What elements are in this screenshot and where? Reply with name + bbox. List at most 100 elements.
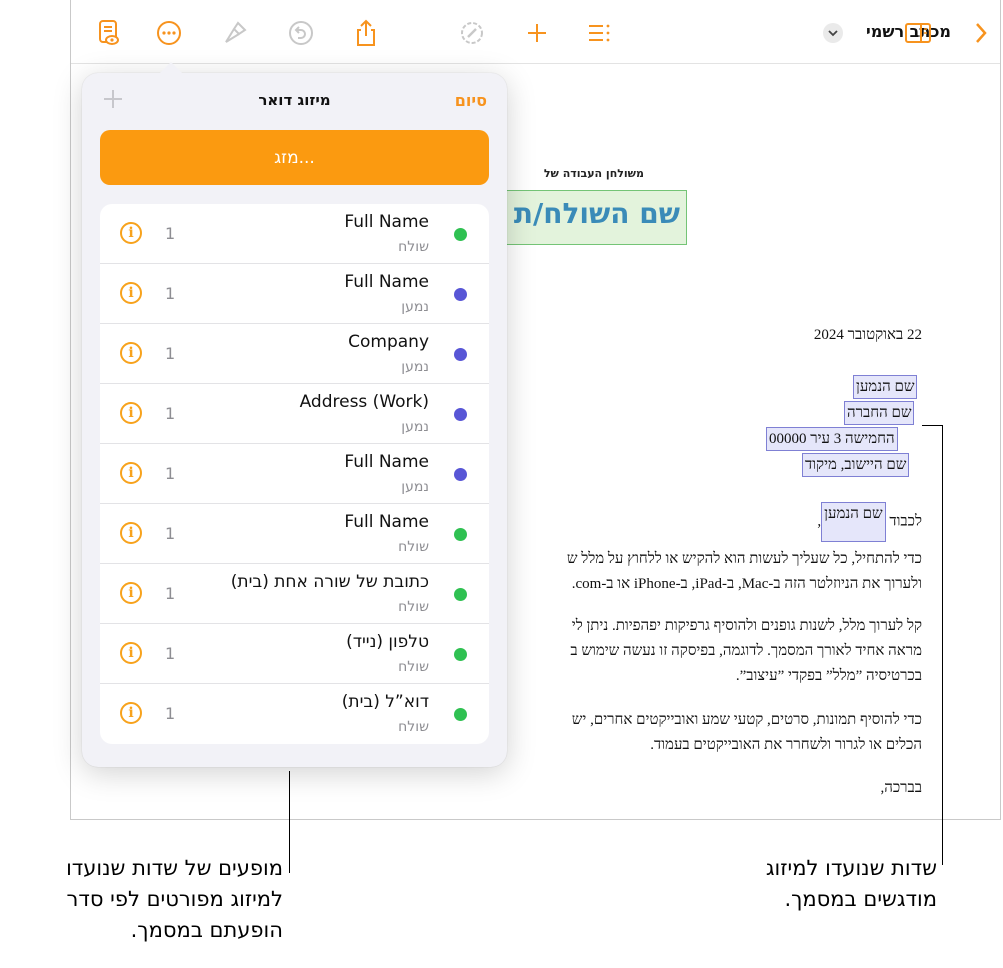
field-role: שולח (398, 659, 429, 675)
left-callout-line-3: הופעתם במסמך. (130, 918, 283, 942)
field-name: דוא”ל (בית) (341, 692, 429, 712)
field-role: נמען (401, 299, 429, 315)
greeting-prefix: לכבוד (889, 513, 922, 530)
right-callout-line-1: שדות שנועדו למיזוג (765, 856, 937, 880)
field-name: טלפון (נייד) (346, 632, 429, 652)
undo-icon[interactable] (286, 18, 316, 48)
share-icon[interactable] (351, 18, 381, 48)
left-callout-line-2: למיזוג מפורטים לפי סדר (66, 887, 283, 911)
list-item[interactable]: i 1 Full Name שולח (100, 204, 489, 264)
field-name: Full Name (344, 452, 429, 472)
recipient-dot-icon (454, 348, 467, 361)
greeting-recipient-field[interactable]: שם הנמען (821, 502, 886, 542)
info-icon[interactable]: i (120, 282, 142, 304)
field-role: נמען (401, 359, 429, 375)
greeting-line: לכבוד שם הנמען, (491, 502, 922, 542)
merge-button[interactable]: מזג... (100, 130, 489, 185)
add-icon[interactable] (522, 18, 552, 48)
info-icon[interactable]: i (120, 642, 142, 664)
paragraph-3-line-2: הכלים או לגרור ולשחרר את האובייקטים בעמו… (650, 737, 922, 753)
list-item[interactable]: i 1 Address (Work) נמען (100, 384, 489, 444)
address-field[interactable]: החמישה 3 עיר 00000 (766, 427, 898, 451)
occurrence-count: 1 (165, 704, 176, 723)
field-role: שולח (398, 539, 429, 555)
paragraph-1-line-1: כדי להתחיל, כל שעליך לעשות הוא להקיש או … (566, 551, 922, 567)
format-brush-icon[interactable] (220, 18, 250, 48)
mail-merge-popover: מיזוג דואר סיום מזג... i 1 Full Name שול… (82, 62, 507, 767)
sender-dot-icon (454, 528, 467, 541)
right-callout-line (942, 425, 943, 865)
company-field[interactable]: שם החברה (844, 401, 915, 425)
list-item[interactable]: i 1 Full Name שולח (100, 504, 489, 564)
field-role: שולח (398, 239, 429, 255)
info-icon[interactable]: i (120, 402, 142, 424)
paragraph-2-line-1: קל לערוך מלל, לשנות גופנים ולהוסיף גרפיק… (571, 618, 922, 634)
info-icon[interactable]: i (120, 222, 142, 244)
occurrence-count: 1 (165, 584, 176, 603)
field-name: Company (348, 332, 429, 352)
letter-date: 22 באוקטובר 2024 (813, 327, 922, 343)
toolbar: מכתב רשמי (71, 0, 1000, 64)
list-item[interactable]: i 1 טלפון (נייד) שולח (100, 624, 489, 684)
sidebar-icon[interactable] (903, 18, 933, 48)
sender-dot-icon (454, 588, 467, 601)
occurrence-count: 1 (165, 464, 176, 483)
city-zip-field[interactable]: שם היישוב, מיקוד (802, 453, 910, 477)
recipient-dot-icon (454, 468, 467, 481)
occurrence-count: 1 (165, 404, 176, 423)
right-callout-line-2: מודגשים במסמך. (784, 887, 937, 911)
field-name: Address (Work) (299, 392, 429, 412)
right-callout: שדות שנועדו למיזוג מודגשים במסמך. (720, 853, 937, 915)
field-role: נמען (401, 479, 429, 495)
field-name: Full Name (344, 272, 429, 292)
list-item[interactable]: i 1 Full Name נמען (100, 444, 489, 504)
info-icon[interactable]: i (120, 462, 142, 484)
field-name: Full Name (344, 212, 429, 232)
paragraph-1-line-2: ולערוך את הניוזלטר הזה ב-Mac, ב-iPad, ב-… (571, 576, 922, 592)
paragraph-2-line-2: מראה אחיד לאורך המסמך. לדוגמה, בפיסקה זו… (570, 643, 922, 659)
info-icon[interactable]: i (120, 522, 142, 544)
merge-field-list: i 1 Full Name שולח i 1 Full Name נמען i … (100, 204, 489, 744)
recipient-dot-icon (454, 288, 467, 301)
sender-dot-icon (454, 228, 467, 241)
field-name: כתובת של שורה אחת (בית) (230, 572, 429, 592)
occurrence-count: 1 (165, 284, 176, 303)
occurrence-count: 1 (165, 224, 176, 243)
edit-badge-icon[interactable] (457, 18, 487, 48)
field-role: נמען (401, 419, 429, 435)
list-item[interactable]: i 1 Full Name נמען (100, 264, 489, 324)
done-button[interactable]: סיום (455, 91, 487, 110)
paragraph-3-line-1: כדי להוסיף תמונות, סרטים, קטעי שמע ואובי… (571, 712, 922, 728)
list-item[interactable]: i 1 דוא”ל (בית) שולח (100, 684, 489, 744)
info-icon[interactable]: i (120, 582, 142, 604)
document-title[interactable]: מכתב רשמי (841, 22, 951, 41)
popover-title: מיזוג דואר (258, 91, 331, 109)
left-callout: מופעים של שדות שנועדו למיזוג מפורטים לפי… (20, 853, 283, 946)
more-icon[interactable] (154, 18, 184, 48)
chevron-down-icon[interactable] (823, 23, 843, 43)
closing: בברכה, (880, 780, 922, 796)
right-callout-tick (922, 425, 943, 426)
sender-name-field[interactable]: שם השולח/ת (506, 190, 687, 245)
info-icon[interactable]: i (120, 342, 142, 364)
document-eye-icon[interactable] (94, 18, 124, 48)
list-item[interactable]: i 1 Company נמען (100, 324, 489, 384)
recipient-dot-icon (454, 408, 467, 421)
occurrence-count: 1 (165, 524, 176, 543)
field-role: שולח (398, 599, 429, 615)
sender-dot-icon (454, 648, 467, 661)
field-role: שולח (398, 719, 429, 735)
occurrence-count: 1 (165, 344, 176, 363)
left-callout-line-1: מופעים של שדות שנועדו (66, 856, 283, 880)
info-icon[interactable]: i (120, 702, 142, 724)
occurrence-count: 1 (165, 644, 176, 663)
recipient-name-field[interactable]: שם הנמען (853, 375, 918, 399)
chevron-right-icon[interactable] (966, 18, 996, 48)
list-item[interactable]: i 1 כתובת של שורה אחת (בית) שולח (100, 564, 489, 624)
list-icon[interactable] (584, 18, 614, 48)
left-callout-line (289, 771, 290, 873)
sender-dot-icon (454, 708, 467, 721)
paragraph-2-line-3: בכרטיסיה ”מלל” בפקדי ”עיצוב”. (735, 668, 922, 684)
popover-arrow (159, 62, 183, 74)
field-name: Full Name (344, 512, 429, 532)
